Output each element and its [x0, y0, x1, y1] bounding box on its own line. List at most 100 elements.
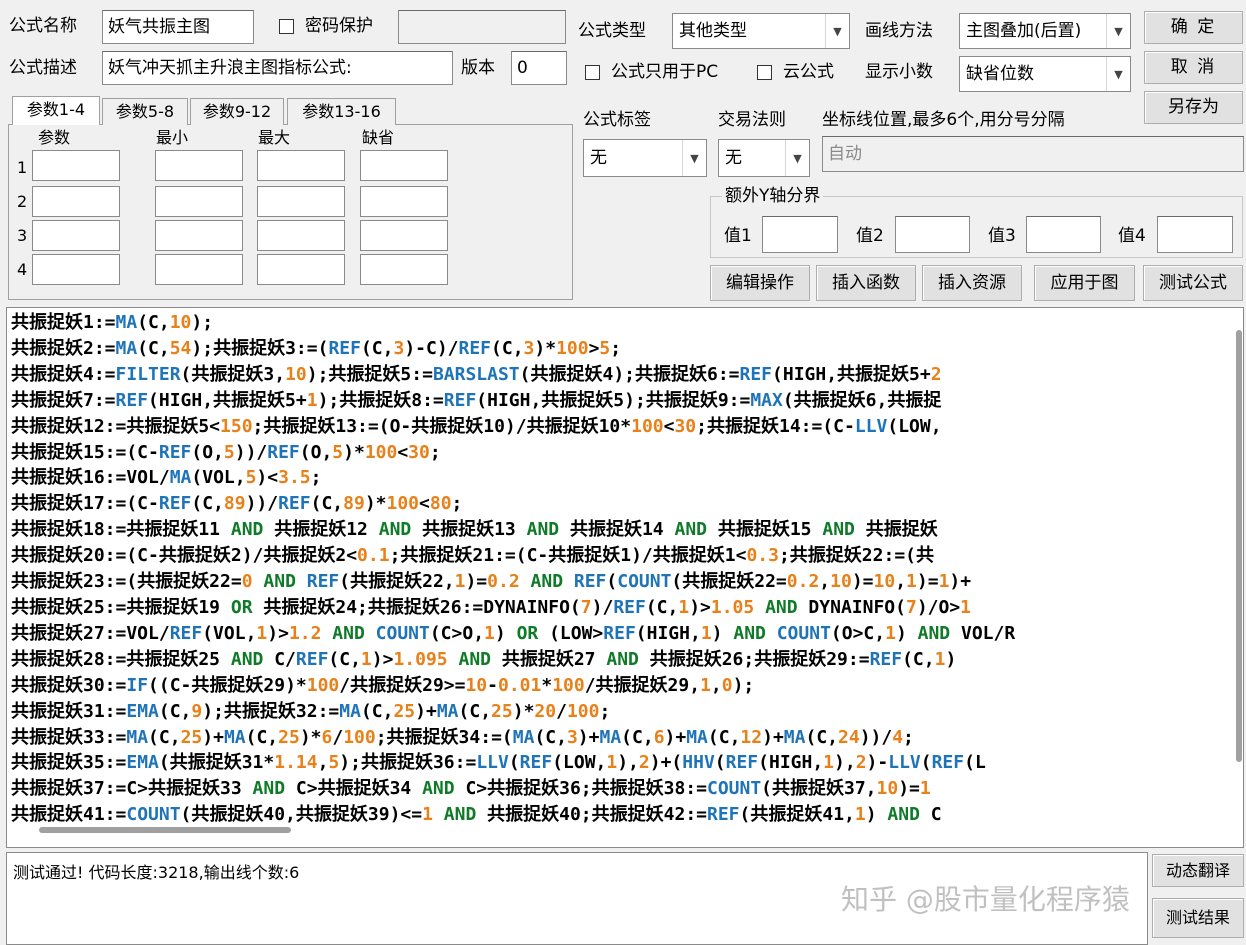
param-4-min[interactable]: [155, 254, 243, 285]
formula-tag-select[interactable]: 无 ▼: [583, 139, 707, 177]
code-line[interactable]: 共振捉妖35:=EMA(共振捉妖31*1.14,5);共振捉妖36:=LLV(R…: [11, 750, 1015, 776]
cloud-formula-label: 云公式: [783, 62, 834, 82]
y-value-3-label: 值3: [988, 226, 1016, 246]
y-value-2-input[interactable]: [895, 216, 970, 253]
axis-lines-label: 坐标线位置,最多6个,用分号分隔: [822, 110, 1065, 130]
code-line[interactable]: 共振捉妖2:=MA(C,54);共振捉妖3:=(REF(C,3)-C)/REF(…: [11, 336, 1015, 362]
param-3-min[interactable]: [155, 220, 243, 251]
tab-params-1-4[interactable]: 参数1-4: [12, 96, 100, 125]
formula-tag-label: 公式标签: [583, 110, 651, 130]
param-header-default: 缺省: [362, 128, 395, 147]
param-4-max[interactable]: [257, 254, 345, 285]
trade-rule-label: 交易法则: [718, 110, 786, 130]
code-line[interactable]: 共振捉妖7:=REF(HIGH,共振捉妖5+1);共振捉妖8:=REF(HIGH…: [11, 388, 1015, 414]
formula-type-select[interactable]: 其他类型 ▼: [672, 13, 850, 49]
cancel-button[interactable]: 取 消: [1144, 51, 1243, 84]
y-value-3-input[interactable]: [1026, 216, 1101, 253]
param-1-max[interactable]: [257, 150, 345, 181]
test-formula-button[interactable]: 测试公式: [1143, 265, 1243, 301]
password-label: 密码保护: [305, 16, 373, 36]
code-line[interactable]: 共振捉妖31:=EMA(C,9);共振捉妖32:=MA(C,25)+MA(C,2…: [11, 699, 1015, 725]
param-3-name[interactable]: [32, 220, 120, 251]
chevron-down-icon[interactable]: ▼: [785, 140, 809, 176]
trade-rule-select[interactable]: 无 ▼: [718, 139, 810, 177]
cloud-formula-checkbox[interactable]: [757, 65, 772, 80]
draw-method-select[interactable]: 主图叠加(后置) ▼: [959, 13, 1131, 49]
chevron-down-icon[interactable]: ▼: [1106, 14, 1130, 48]
code-line[interactable]: 共振捉妖41:=COUNT(共振捉妖40,共振捉妖39)<=1 AND 共振捉妖…: [11, 802, 1015, 828]
y-value-4-input[interactable]: [1157, 216, 1233, 253]
code-line[interactable]: 共振捉妖1:=MA(C,10);: [11, 310, 1015, 336]
save-as-button[interactable]: 另存为: [1144, 91, 1243, 124]
tab-params-5-8[interactable]: 参数5-8: [102, 98, 188, 125]
pc-only-checkbox[interactable]: [585, 65, 600, 80]
param-2-min[interactable]: [155, 186, 243, 217]
code-line[interactable]: 共振捉妖15:=(C-REF(O,5))/REF(O,5)*100<30;: [11, 440, 1015, 466]
tab-params-13-16[interactable]: 参数13-16: [287, 98, 396, 125]
y-value-1-input[interactable]: [762, 216, 838, 253]
param-header-name: 参数: [38, 128, 71, 147]
param-1-name[interactable]: [32, 150, 120, 181]
param-header-max: 最大: [258, 128, 291, 147]
param-row-number: 3: [17, 226, 28, 245]
chevron-down-icon[interactable]: ▼: [825, 14, 849, 48]
formula-desc-label: 公式描述: [9, 58, 77, 78]
param-3-max[interactable]: [257, 220, 345, 251]
password-checkbox[interactable]: [279, 19, 294, 34]
param-row-number: 2: [17, 192, 28, 211]
dynamic-translate-button[interactable]: 动态翻译: [1152, 854, 1244, 887]
code-line[interactable]: 共振捉妖33:=MA(C,25)+MA(C,25)*6/100;共振捉妖34:=…: [11, 725, 1015, 751]
extra-y-axis-label: 额外Y轴分界: [722, 185, 824, 207]
code-line[interactable]: 共振捉妖12:=共振捉妖5<150;共振捉妖13:=(O-共振捉妖10)/共振捉…: [11, 414, 1015, 440]
decimals-select[interactable]: 缺省位数 ▼: [959, 56, 1131, 92]
param-4-name[interactable]: [32, 254, 120, 285]
horizontal-scrollbar[interactable]: [39, 827, 291, 833]
version-input[interactable]: 0: [511, 51, 567, 85]
formula-name-label: 公式名称: [9, 16, 77, 36]
draw-method-value: 主图叠加(后置): [966, 21, 1082, 41]
test-output-panel: 测试通过! 代码长度:3218,输出线个数:6 知乎 @股市量化程序猿: [6, 852, 1148, 945]
param-2-default[interactable]: [360, 186, 448, 217]
ok-button[interactable]: 确 定: [1144, 11, 1243, 44]
code-line[interactable]: 共振捉妖18:=共振捉妖11 AND 共振捉妖12 AND 共振捉妖13 AND…: [11, 517, 1015, 543]
code-line[interactable]: 共振捉妖23:=(共振捉妖22=0 AND REF(共振捉妖22,1)=0.2 …: [11, 569, 1015, 595]
param-1-default[interactable]: [360, 150, 448, 181]
chevron-down-icon[interactable]: ▼: [1106, 57, 1130, 91]
param-4-default[interactable]: [360, 254, 448, 285]
tab-params-9-12[interactable]: 参数9-12: [190, 98, 284, 125]
axis-lines-input[interactable]: 自动: [822, 136, 1244, 172]
edit-operation-button[interactable]: 编辑操作: [710, 265, 810, 301]
formula-name-input[interactable]: 妖气共振主图: [102, 10, 254, 44]
code-line[interactable]: 共振捉妖4:=FILTER(共振捉妖3,10);共振捉妖5:=BARSLAST(…: [11, 362, 1015, 388]
formula-type-label: 公式类型: [578, 21, 646, 41]
param-2-name[interactable]: [32, 186, 120, 217]
watermark: 知乎 @股市量化程序猿: [841, 883, 1130, 916]
code-line[interactable]: 共振捉妖30:=IF((C-共振捉妖29)*100/共振捉妖29>=10-0.0…: [11, 673, 1015, 699]
apply-to-chart-button[interactable]: 应用于图: [1034, 265, 1135, 301]
param-row-number: 4: [17, 260, 28, 279]
code-line[interactable]: 共振捉妖17:=(C-REF(C,89))/REF(C,89)*100<80;: [11, 491, 1015, 517]
formula-desc-input[interactable]: 妖气冲天抓主升浪主图指标公式:: [102, 51, 453, 85]
param-1-min[interactable]: [155, 150, 243, 181]
insert-function-button[interactable]: 插入函数: [816, 265, 916, 301]
code-line[interactable]: 共振捉妖28:=共振捉妖25 AND C/REF(C,1)>1.095 AND …: [11, 647, 1015, 673]
insert-resource-button[interactable]: 插入资源: [922, 265, 1022, 301]
code-editor[interactable]: 共振捉妖1:=MA(C,10); 共振捉妖2:=MA(C,54);共振捉妖3:=(…: [6, 307, 1244, 848]
param-3-default[interactable]: [360, 220, 448, 251]
chevron-down-icon[interactable]: ▼: [682, 140, 706, 176]
version-label: 版本: [461, 58, 495, 78]
param-2-max[interactable]: [257, 186, 345, 217]
code-line[interactable]: 共振捉妖20:=(C-共振捉妖2)/共振捉妖2<0.1;共振捉妖21:=(C-共…: [11, 543, 1015, 569]
code-line[interactable]: 共振捉妖27:=VOL/REF(VOL,1)>1.2 AND COUNT(C>O…: [11, 621, 1015, 647]
test-result-button[interactable]: 测试结果: [1152, 898, 1244, 938]
code-line[interactable]: 共振捉妖25:=共振捉妖19 OR 共振捉妖24;共振捉妖26:=DYNAINF…: [11, 595, 1015, 621]
vertical-scrollbar[interactable]: [1236, 330, 1242, 762]
y-value-4-label: 值4: [1118, 226, 1146, 246]
param-header-min: 最小: [156, 128, 189, 147]
code-line[interactable]: 共振捉妖16:=VOL/MA(VOL,5)<3.5;: [11, 465, 1015, 491]
password-input: [398, 10, 566, 44]
formula-tag-value: 无: [590, 148, 607, 168]
code-line[interactable]: 共振捉妖37:=C>共振捉妖33 AND C>共振捉妖34 AND C>共振捉妖…: [11, 776, 1015, 802]
draw-method-label: 画线方法: [865, 21, 933, 41]
code-text[interactable]: 共振捉妖1:=MA(C,10); 共振捉妖2:=MA(C,54);共振捉妖3:=(…: [11, 310, 1015, 828]
